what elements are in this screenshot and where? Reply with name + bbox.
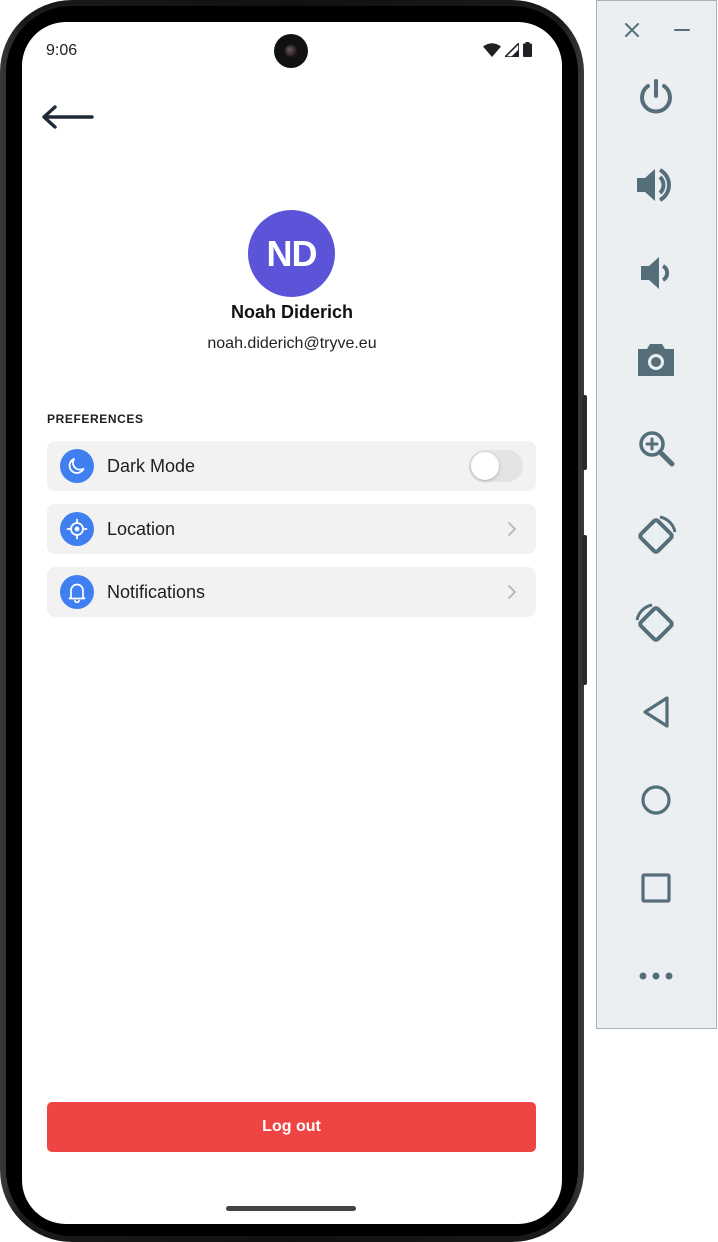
back-button[interactable]	[40, 100, 96, 134]
phone-power-button	[582, 535, 587, 685]
volume-down-icon[interactable]	[627, 244, 685, 302]
emulator-toolbar	[596, 0, 717, 1029]
screenshot-camera-icon[interactable]	[627, 331, 685, 389]
avatar: ND	[248, 210, 335, 297]
chevron-right-icon	[506, 521, 518, 537]
wifi-icon	[483, 42, 501, 57]
arrow-left-icon	[40, 100, 96, 134]
overview-square-icon[interactable]	[627, 859, 685, 917]
moon-icon	[60, 449, 94, 483]
home-circle-icon[interactable]	[627, 771, 685, 829]
phone-volume-button	[582, 395, 587, 470]
battery-icon	[523, 42, 532, 57]
bell-icon	[60, 575, 94, 609]
zoom-icon[interactable]	[627, 419, 685, 477]
phone-frame: 9:06 ND Noah Diderich noah.diderich@tryv…	[0, 0, 587, 1242]
rotate-right-icon[interactable]	[627, 595, 685, 653]
chevron-right-icon	[506, 584, 518, 600]
avatar-initials: ND	[266, 232, 318, 274]
home-indicator[interactable]	[226, 1206, 356, 1211]
logout-label: Log out	[262, 1118, 321, 1135]
profile-name: Noah Diderich	[230, 302, 354, 322]
minimize-icon[interactable]	[671, 17, 693, 43]
pref-label-notifications: Notifications	[107, 581, 206, 602]
profile-email: noah.diderich@tryve.eu	[207, 335, 377, 352]
more-dots-icon[interactable]	[627, 947, 685, 1005]
pref-label-dark-mode: Dark Mode	[107, 455, 196, 476]
front-camera	[274, 34, 308, 68]
phone-screen: 9:06 ND Noah Diderich noah.diderich@tryv…	[22, 22, 562, 1224]
dark-mode-toggle[interactable]	[469, 450, 523, 482]
rotate-left-icon[interactable]	[627, 507, 685, 565]
location-target-icon	[60, 512, 94, 546]
preferences-section-title: PREFERENCES	[47, 412, 144, 426]
pref-label-location: Location	[107, 518, 176, 539]
volume-up-icon[interactable]	[627, 156, 685, 214]
toolbar-window-controls	[597, 17, 716, 43]
pref-row-notifications[interactable]: Notifications	[47, 567, 536, 617]
back-triangle-icon[interactable]	[627, 683, 685, 741]
status-icons	[483, 42, 532, 57]
close-icon[interactable]	[621, 17, 643, 43]
status-time: 9:06	[46, 42, 78, 59]
signal-icon	[505, 42, 519, 57]
pref-row-location[interactable]: Location	[47, 504, 536, 554]
power-icon[interactable]	[627, 68, 685, 126]
stage: 9:06 ND Noah Diderich noah.diderich@tryv…	[0, 0, 718, 1242]
pref-row-dark-mode[interactable]: Dark Mode	[47, 441, 536, 491]
logout-button[interactable]: Log out	[47, 1102, 536, 1152]
toggle-knob	[471, 452, 499, 480]
